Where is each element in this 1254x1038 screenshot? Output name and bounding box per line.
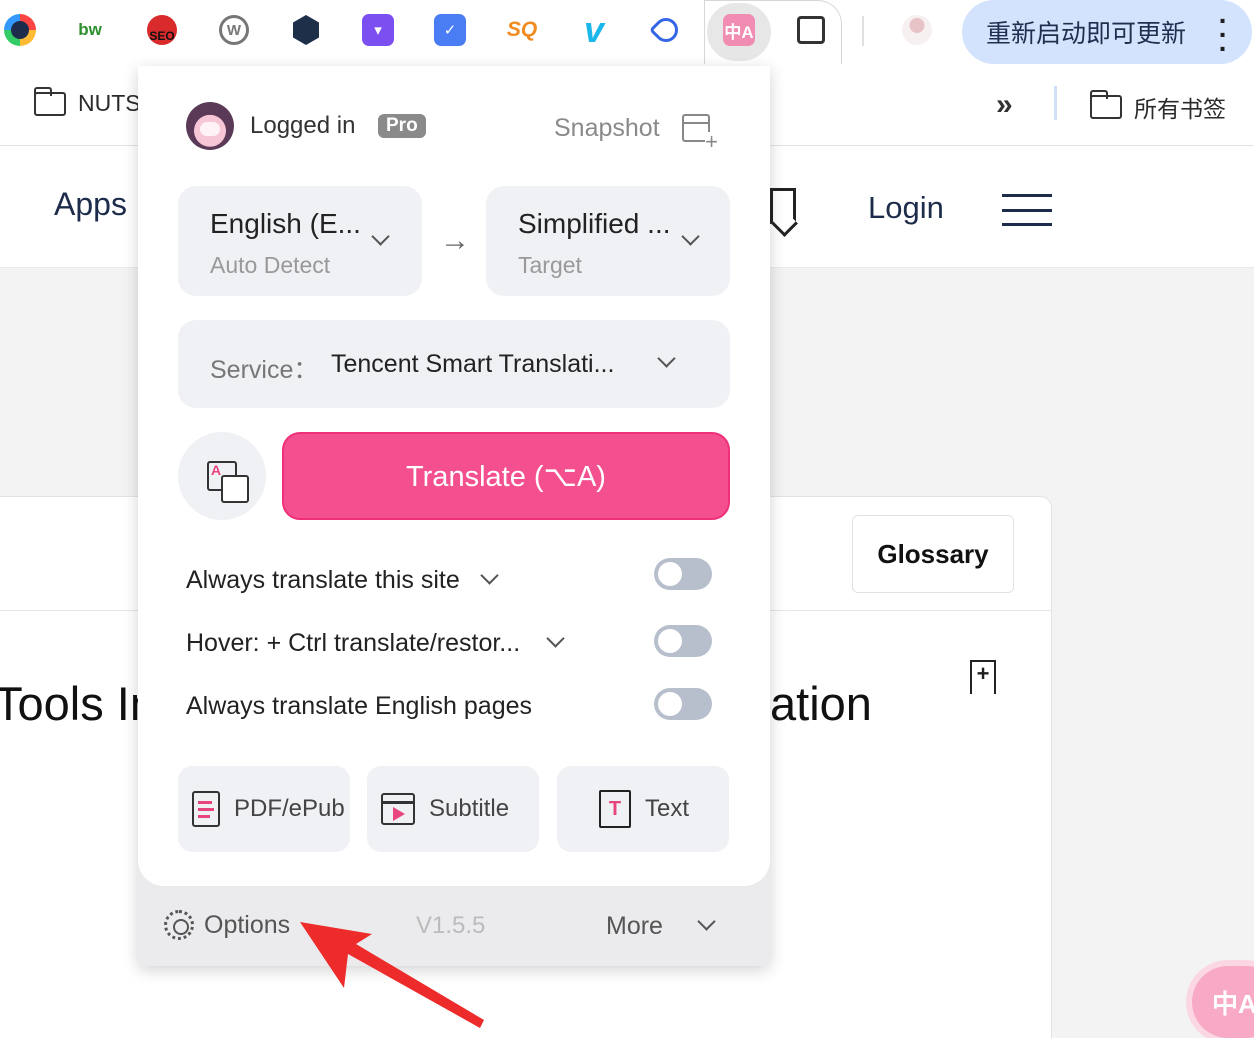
- double-chevron-icon[interactable]: »: [996, 88, 1013, 122]
- hover-translate-toggle[interactable]: [654, 625, 712, 657]
- target-language-hint: Target: [518, 252, 582, 278]
- bookmarks-separator: [1054, 86, 1057, 120]
- tag-icon[interactable]: [646, 10, 686, 50]
- subtitle-button[interactable]: Subtitle: [367, 766, 539, 852]
- tool-label: Text: [645, 795, 690, 822]
- toggle-label: Always translate English pages: [186, 692, 533, 720]
- chevron-down-icon: [479, 566, 499, 585]
- translate-popup: Logged in Pro Snapshot English (E... Aut…: [138, 66, 770, 966]
- browser-toolbar: bw SEO W ▾ ✓ SQ v 中A 重新启动即可更新 · · ·: [0, 0, 1254, 64]
- bookmark-folder-all[interactable]: 所有书签: [1089, 90, 1226, 124]
- chevron-down-icon: [371, 227, 390, 246]
- bookmark-folder-label: NUTS: [78, 90, 141, 116]
- bw-icon[interactable]: bw: [70, 10, 110, 50]
- text-button[interactable]: T Text: [557, 766, 729, 852]
- wordpress-icon[interactable]: W: [214, 10, 254, 50]
- chevron-down-icon: [657, 349, 676, 368]
- nav-login-link[interactable]: Login: [868, 190, 944, 226]
- snapshot-icon[interactable]: [682, 114, 718, 152]
- always-translate-english-option: Always translate English pages: [186, 692, 532, 721]
- page-heading: Tools In: [0, 677, 156, 730]
- document-icon: [192, 791, 220, 827]
- avatar[interactable]: [186, 102, 234, 150]
- toolbar-separator: [862, 16, 864, 46]
- target-language-name: Simplified ...: [518, 208, 671, 239]
- more-label: More: [606, 912, 663, 940]
- source-language-hint: Auto Detect: [210, 252, 331, 278]
- vimeo-icon[interactable]: v: [574, 9, 614, 50]
- sq-icon[interactable]: SQ: [502, 10, 542, 50]
- popup-body: Logged in Pro Snapshot English (E... Aut…: [138, 66, 770, 886]
- service-select[interactable]: Service： Tencent Smart Translati...: [178, 320, 730, 408]
- always-translate-site-option[interactable]: Always translate this site: [186, 566, 499, 595]
- service-label: Service：: [210, 356, 319, 384]
- folder-icon: [1089, 90, 1122, 119]
- translate-button[interactable]: Translate (⌥A): [282, 432, 730, 520]
- pdf-epub-button[interactable]: PDF/ePub: [178, 766, 350, 852]
- chevron-down-icon: [697, 912, 716, 931]
- chevron-down-icon: [546, 629, 565, 648]
- options-button[interactable]: Options: [164, 910, 290, 940]
- tool-label: Subtitle: [429, 795, 510, 822]
- target-language-select[interactable]: Simplified ... Target: [486, 186, 730, 296]
- translate-ext-icon[interactable]: 中A: [719, 10, 759, 50]
- checklist-icon[interactable]: ✓: [430, 10, 470, 50]
- glossary-button[interactable]: Glossary: [852, 515, 1014, 593]
- translate-mode-button[interactable]: [178, 432, 266, 520]
- bookmark-icon[interactable]: [770, 188, 796, 224]
- page-heading-continued: ation: [770, 677, 872, 730]
- floating-translate-button[interactable]: 中A: [1192, 966, 1254, 1038]
- bookmark-folder-label: 所有书签: [1134, 96, 1226, 122]
- bookmark-folder-nuts[interactable]: NUTS: [33, 86, 141, 117]
- snapshot-button[interactable]: Snapshot: [554, 114, 660, 143]
- tool-label: PDF/ePub: [234, 795, 345, 822]
- annotation-arrow-icon: [300, 922, 484, 1028]
- seo-icon[interactable]: SEO: [142, 10, 182, 50]
- arrow-right-icon: →: [440, 224, 470, 257]
- purple-t-icon[interactable]: ▾: [358, 10, 398, 50]
- options-label: Options: [204, 910, 291, 939]
- service-value: Tencent Smart Translati...: [331, 350, 615, 378]
- hover-translate-option[interactable]: Hover: + Ctrl translate/restor...: [186, 629, 565, 658]
- always-translate-english-toggle[interactable]: [654, 688, 712, 720]
- pro-badge: Pro: [378, 114, 426, 138]
- update-button-label: 重新启动即可更新: [986, 20, 1187, 48]
- nav-apps-link[interactable]: Apps: [54, 186, 127, 223]
- translate-icon: 中A: [1212, 988, 1254, 1019]
- gear-icon: [164, 910, 194, 940]
- folder-icon: [33, 86, 66, 116]
- circle-logo-icon[interactable]: [0, 10, 40, 50]
- toggle-label: Always translate this site: [186, 566, 460, 594]
- chevron-down-icon: [681, 227, 700, 246]
- video-icon: [381, 793, 415, 825]
- text-icon: T: [599, 790, 631, 828]
- translate-icon: [207, 461, 249, 503]
- update-button[interactable]: 重新启动即可更新 · · ·: [962, 0, 1252, 64]
- more-button[interactable]: More: [606, 912, 716, 941]
- menu-icon[interactable]: [1002, 194, 1052, 226]
- profile-icon[interactable]: [897, 10, 937, 50]
- more-vert-icon[interactable]: · · ·: [1219, 7, 1228, 63]
- always-translate-site-toggle[interactable]: [654, 558, 712, 590]
- toggle-label: Hover: + Ctrl translate/restor...: [186, 629, 521, 657]
- login-status: Logged in: [250, 112, 356, 139]
- cube-icon[interactable]: [286, 10, 326, 50]
- add-bookmark-icon[interactable]: +: [970, 660, 996, 694]
- source-language-select[interactable]: English (E... Auto Detect: [178, 186, 422, 296]
- source-language-name: English (E...: [210, 208, 361, 239]
- puzzle-icon[interactable]: [791, 10, 831, 50]
